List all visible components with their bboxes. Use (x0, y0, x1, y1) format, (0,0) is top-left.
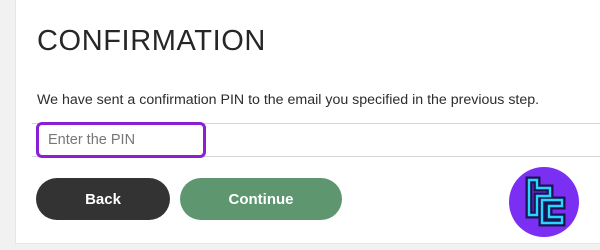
pin-input[interactable] (36, 122, 206, 158)
page-title: CONFIRMATION (37, 25, 266, 57)
back-button[interactable]: Back (36, 178, 170, 220)
continue-button[interactable]: Continue (180, 178, 342, 220)
confirmation-message: We have sent a confirmation PIN to the e… (37, 92, 540, 108)
tc-logo-icon (509, 167, 579, 237)
